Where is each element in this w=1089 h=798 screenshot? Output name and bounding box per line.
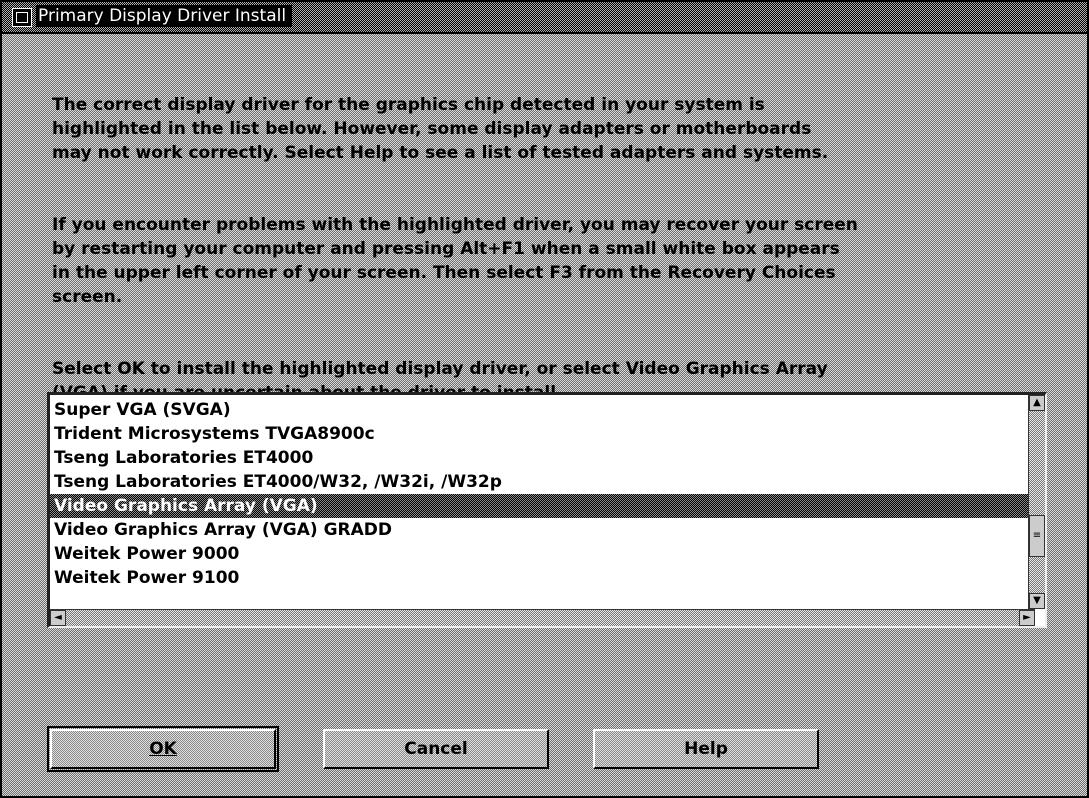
ok-button[interactable]: OK	[47, 726, 279, 772]
driver-list-item[interactable]: Super VGA (SVGA)	[50, 398, 1035, 422]
driver-list-item[interactable]: Video Graphics Array (VGA) GRADD	[50, 518, 1035, 542]
driver-list-item[interactable]: Trident Microsystems TVGA8900c	[50, 422, 1035, 446]
instructions-paragraph-2: If you encounter problems with the highl…	[52, 215, 858, 307]
scroll-up-icon[interactable]: ▲	[1029, 395, 1045, 411]
vertical-scrollbar[interactable]: ▲ ≡ ▼	[1028, 395, 1045, 609]
horizontal-scrollbar[interactable]: ◄ ►	[50, 609, 1035, 626]
cancel-button[interactable]: Cancel	[323, 729, 549, 769]
help-button-label: Help	[684, 739, 728, 759]
scroll-down-icon[interactable]: ▼	[1029, 593, 1045, 609]
driver-list-item[interactable]: Tseng Laboratories ET4000/W32, /W32i, /W…	[50, 470, 1035, 494]
driver-list-item[interactable]: Weitek Power 9000	[50, 542, 1035, 566]
window-title: Primary Display Driver Install	[36, 5, 293, 27]
cancel-button-label: Cancel	[404, 739, 468, 759]
scroll-left-icon[interactable]: ◄	[50, 610, 66, 626]
title-bar[interactable]: Primary Display Driver Install	[2, 2, 1087, 34]
system-menu-icon[interactable]	[12, 8, 32, 27]
dialog-window: Primary Display Driver Install The corre…	[0, 0, 1089, 798]
instructions-paragraph-1: The correct display driver for the graph…	[52, 95, 829, 163]
driver-list-item[interactable]: Tseng Laboratories ET4000	[50, 446, 1035, 470]
scroll-thumb[interactable]: ≡	[1029, 515, 1045, 557]
ok-button-label: OK	[149, 739, 177, 759]
driver-list: Super VGA (SVGA) Trident Microsystems TVG…	[50, 398, 1035, 590]
driver-list-item[interactable]: Weitek Power 9100	[50, 566, 1035, 590]
driver-listbox[interactable]: Super VGA (SVGA) Trident Microsystems TVG…	[47, 392, 1047, 628]
help-button[interactable]: Help	[593, 729, 819, 769]
scroll-right-icon[interactable]: ►	[1019, 610, 1035, 626]
driver-list-item[interactable]: Video Graphics Array (VGA)	[50, 494, 1035, 518]
